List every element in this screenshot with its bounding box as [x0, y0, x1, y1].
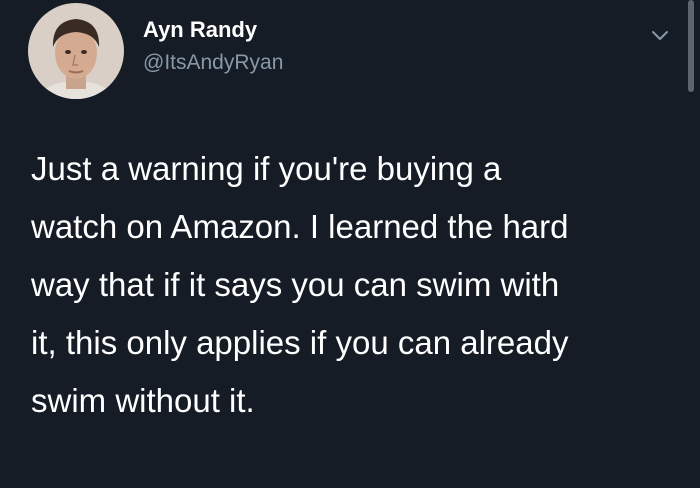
tweet-menu-button[interactable]	[645, 20, 675, 50]
avatar[interactable]	[28, 3, 124, 99]
tweet-text: Just a warning if you're buying a watch …	[31, 150, 569, 419]
avatar-photo-icon	[28, 3, 124, 99]
author-handle[interactable]: @ItsAndyRyan	[143, 51, 283, 75]
chevron-down-icon	[652, 31, 668, 40]
tweet-card: Ayn Randy @ItsAndyRyan Just a warning if…	[0, 0, 700, 488]
scrollbar[interactable]	[688, 0, 694, 92]
author-display-name[interactable]: Ayn Randy	[143, 17, 257, 43]
